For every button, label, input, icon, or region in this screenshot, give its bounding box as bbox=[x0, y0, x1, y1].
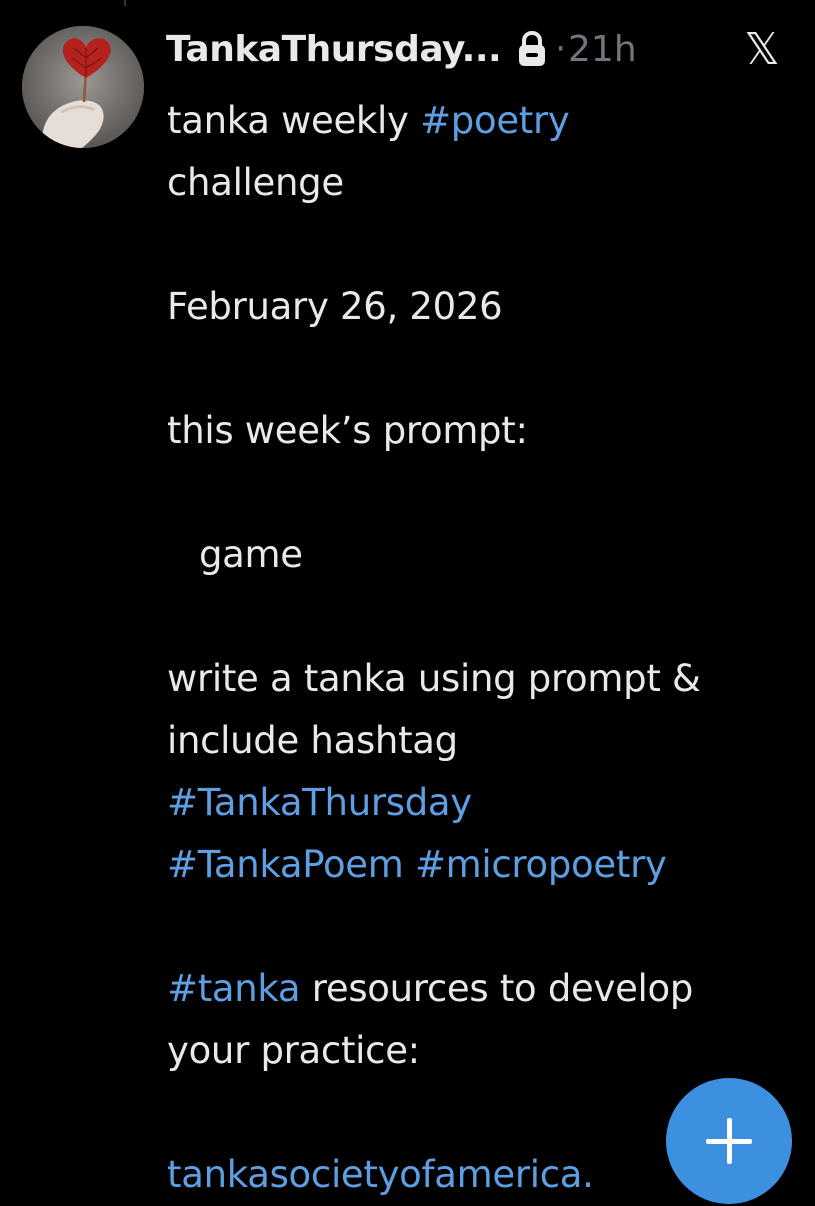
text-line: challenge bbox=[167, 161, 344, 204]
text-line: #tanka resources to develop bbox=[167, 958, 797, 1020]
display-name[interactable]: TankaThursday... bbox=[166, 29, 502, 70]
hashtag-poetry[interactable]: #poetry bbox=[420, 99, 570, 142]
thread-connector-line bbox=[124, 0, 126, 6]
text-segment: tanka weekly bbox=[167, 99, 421, 142]
text-line: #TankaPoem #micropoetry bbox=[167, 834, 797, 896]
avatar[interactable] bbox=[22, 26, 144, 148]
hashtag-tanka[interactable]: #tanka bbox=[167, 967, 301, 1010]
lock-icon bbox=[515, 29, 549, 69]
avatar-heart-leaf-icon bbox=[22, 26, 144, 148]
text-line: tanka weekly #poetry bbox=[167, 90, 797, 152]
prompt-word: game bbox=[199, 533, 303, 576]
post-date: February 26, 2026 bbox=[167, 285, 503, 328]
text-line: your practice: bbox=[167, 1029, 420, 1072]
instruction-line: include hashtag bbox=[167, 719, 458, 762]
post-text: tanka weekly #poetry challenge February … bbox=[167, 90, 797, 1206]
compose-button[interactable] bbox=[666, 1078, 792, 1204]
hashtag-tankapoem[interactable]: #TankaPoem bbox=[167, 843, 404, 886]
x-logo-icon[interactable]: 𝕏 bbox=[742, 28, 782, 72]
text-segment: resources to develop bbox=[300, 967, 694, 1010]
hashtag-tankathursday[interactable]: #TankaThursday bbox=[167, 772, 797, 834]
hashtag-micropoetry[interactable]: #micropoetry bbox=[415, 843, 667, 886]
post-header: TankaThursday... · 21h 𝕏 bbox=[166, 24, 806, 74]
post-timestamp[interactable]: 21h bbox=[568, 29, 637, 70]
instruction-line: write a tanka using prompt & bbox=[167, 657, 701, 700]
header-separator: · bbox=[555, 29, 567, 69]
plus-icon bbox=[706, 1118, 752, 1164]
prompt-label: this week’s prompt: bbox=[167, 409, 528, 452]
